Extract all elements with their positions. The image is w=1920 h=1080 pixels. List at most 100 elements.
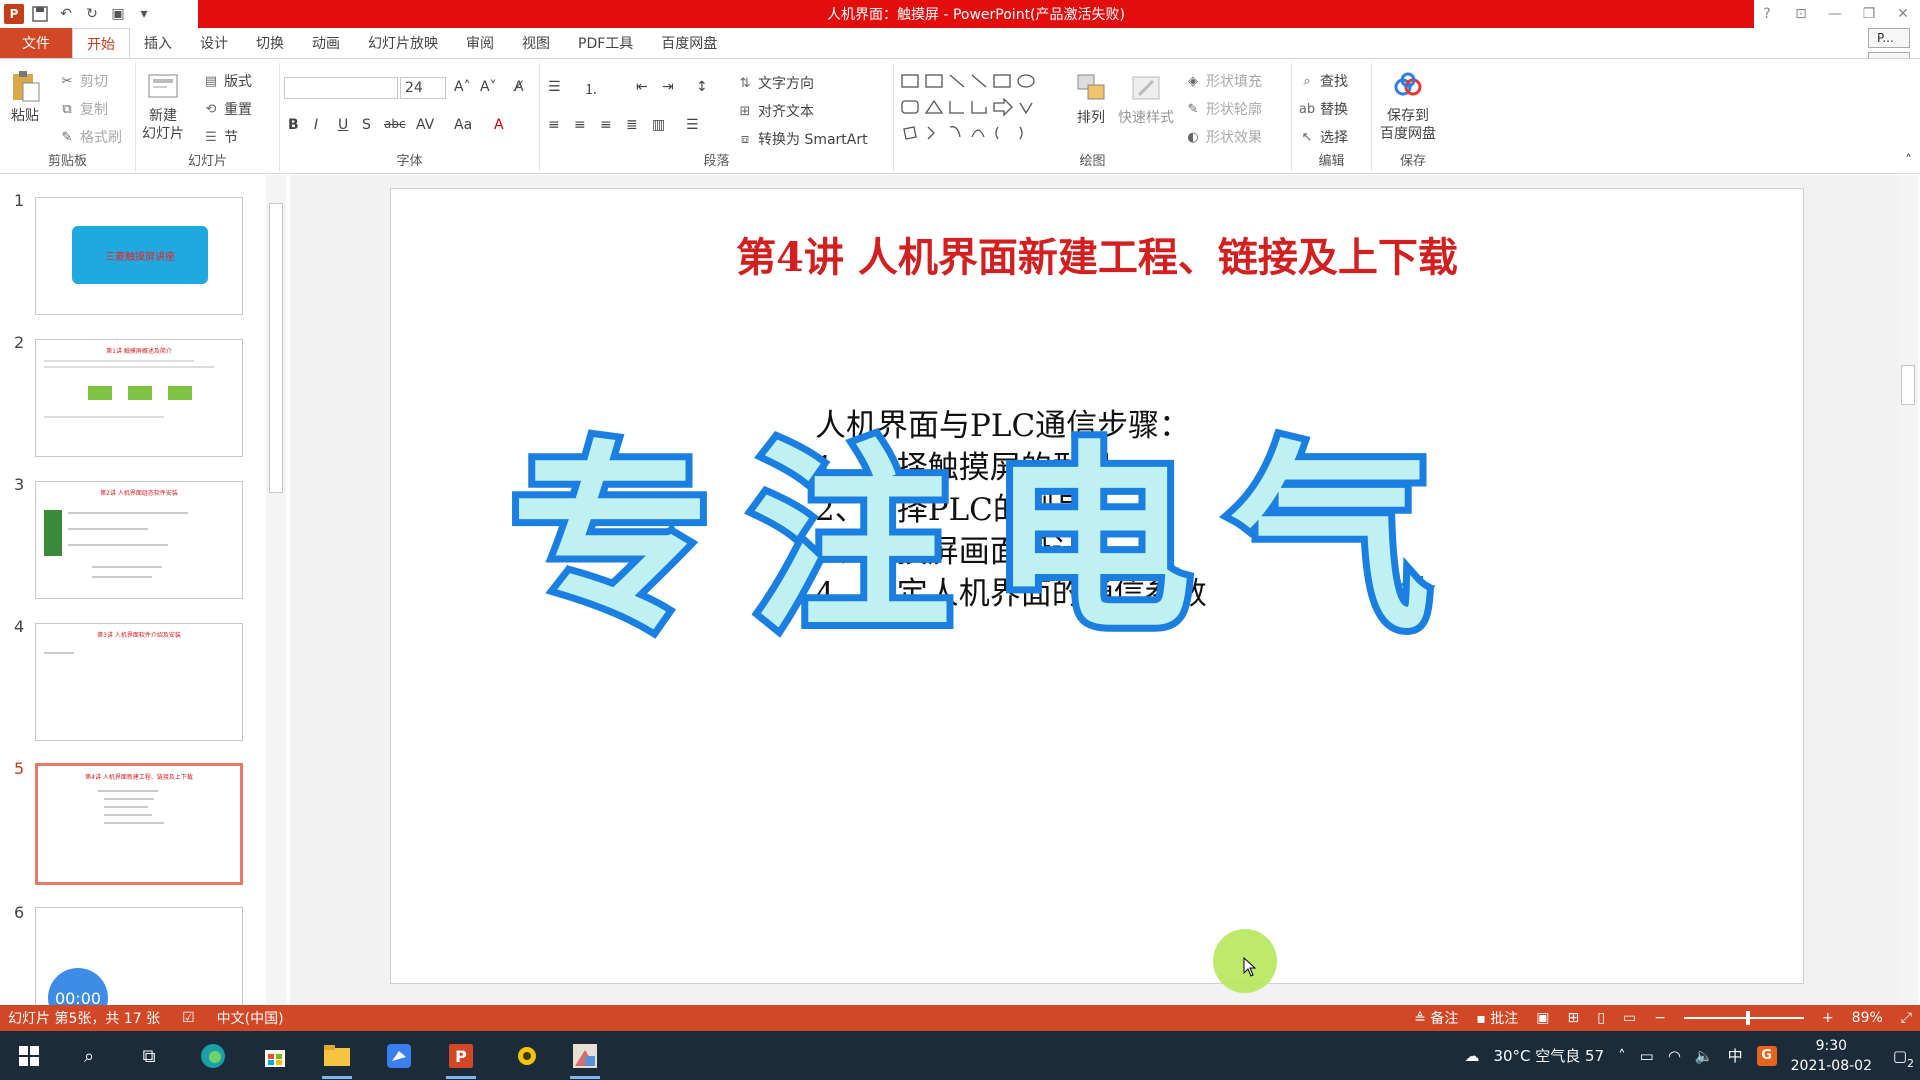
customize-qat-icon[interactable]: ▾ xyxy=(134,4,154,24)
copy-button[interactable]: ⧉ 复制 xyxy=(58,99,108,119)
font-family-select[interactable] xyxy=(284,77,398,99)
slide-scroll-thumb[interactable] xyxy=(1901,365,1915,405)
zoom-level[interactable]: 89% xyxy=(1852,1010,1883,1026)
tab-pdf-tools[interactable]: PDF工具 xyxy=(564,28,647,58)
clock[interactable]: 9:30 2021-08-02 xyxy=(1791,1036,1872,1076)
undo-icon[interactable]: ↶ xyxy=(56,4,76,24)
start-from-beginning-icon[interactable]: ▣ xyxy=(108,4,128,24)
quick-styles-button[interactable]: 快速样式 xyxy=(1118,71,1174,127)
select-button[interactable]: ↖ 选择 xyxy=(1298,127,1348,147)
decrease-font-icon[interactable]: A˅ xyxy=(480,79,497,95)
justify-icon[interactable]: ≣ xyxy=(626,117,638,133)
notification-center-icon[interactable]: ▢ 2 xyxy=(1886,1042,1914,1070)
help-icon[interactable]: ? xyxy=(1750,0,1784,28)
section-button[interactable]: ☰ 节 xyxy=(202,127,238,147)
decrease-indent-icon[interactable]: ⇤ xyxy=(636,79,648,95)
restore-icon[interactable]: ❐ xyxy=(1852,0,1886,28)
tray-expand-icon[interactable]: ˄ xyxy=(1618,1047,1626,1065)
underline-button[interactable]: U xyxy=(338,117,348,133)
increase-font-icon[interactable]: A˄ xyxy=(454,79,471,95)
comments-button[interactable]: ▪ 批注 xyxy=(1476,1008,1518,1028)
fit-to-window-icon[interactable]: ⤢ xyxy=(1901,1010,1912,1026)
cut-button[interactable]: ✂ 剪切 xyxy=(58,71,108,91)
text-direction-button[interactable]: ⇅ 文字方向 xyxy=(736,73,814,93)
minimize-icon[interactable]: — xyxy=(1818,0,1852,28)
feishu-icon[interactable] xyxy=(382,1039,416,1073)
zoom-slider[interactable] xyxy=(1683,1011,1804,1025)
slide-thumbnail-5[interactable]: 第4讲 人机界面新建工程、链接及上下载 xyxy=(35,763,243,885)
wifi-icon[interactable]: ◠ xyxy=(1668,1047,1681,1065)
language-indicator[interactable]: 中文(中国) xyxy=(217,1008,284,1028)
strikethrough-button[interactable]: abc xyxy=(384,117,406,131)
paragraph-spacing-icon[interactable]: ☰ xyxy=(686,117,699,133)
tab-baidu-netdisk[interactable]: 百度网盘 xyxy=(647,28,731,58)
file-explorer-icon[interactable] xyxy=(320,1039,354,1079)
align-text-button[interactable]: ⊞ 对齐文本 xyxy=(736,101,814,121)
zoom-out-icon[interactable]: − xyxy=(1654,1010,1666,1026)
tablet-icon[interactable]: ▭ xyxy=(1640,1047,1654,1065)
edge-browser-icon[interactable] xyxy=(196,1039,230,1073)
shape-outline-button[interactable]: ✎ 形状轮廓 xyxy=(1184,99,1262,119)
format-painter-button[interactable]: ✎ 格式刷 xyxy=(58,127,122,147)
replace-button[interactable]: ab 替换 xyxy=(1298,99,1348,119)
reset-button[interactable]: ⟲ 重置 xyxy=(202,99,252,119)
align-right-icon[interactable]: ≡ xyxy=(600,117,612,133)
save-to-baidu-button[interactable]: 保存到 百度网盘 xyxy=(1380,69,1436,143)
tab-file[interactable]: 文件 xyxy=(0,28,72,58)
ime-indicator[interactable]: 中 xyxy=(1728,1045,1743,1066)
numbering-icon[interactable]: ⒈ xyxy=(584,79,598,99)
tab-transitions[interactable]: 切换 xyxy=(242,28,298,58)
windows-start-icon[interactable] xyxy=(12,1039,46,1073)
store-icon[interactable] xyxy=(258,1039,292,1073)
shape-fill-button[interactable]: ◈ 形状填充 xyxy=(1184,71,1262,91)
slide-title[interactable]: 第4讲 人机界面新建工程、链接及上下载 xyxy=(391,225,1803,283)
bold-button[interactable]: B xyxy=(288,117,299,133)
tab-insert[interactable]: 插入 xyxy=(130,28,186,58)
slide-scrollbar[interactable] xyxy=(1898,175,1918,1005)
ribbon-display-icon[interactable]: ⊡ xyxy=(1784,0,1818,28)
slide-5[interactable]: 第4讲 人机界面新建工程、链接及上下载 人机界面与PLC通信步骤： 1、选择触摸… xyxy=(390,188,1804,993)
tab-animations[interactable]: 动画 xyxy=(298,28,354,58)
arrange-button[interactable]: 排列 xyxy=(1074,71,1108,127)
search-icon[interactable]: ⌕ xyxy=(72,1039,106,1073)
zoom-slider-thumb[interactable] xyxy=(1745,1011,1750,1025)
zoom-in-icon[interactable]: + xyxy=(1822,1010,1834,1026)
line-spacing-icon[interactable]: ↕ xyxy=(696,79,708,95)
columns-icon[interactable]: ▥ xyxy=(652,117,665,133)
notes-button[interactable]: ≜ 备注 xyxy=(1414,1008,1458,1028)
account-button[interactable]: P... xyxy=(1867,28,1910,48)
tab-home[interactable]: 开始 xyxy=(72,28,130,58)
normal-view-icon[interactable]: ▣ xyxy=(1536,1010,1549,1026)
thumbnails-scroll-thumb[interactable] xyxy=(269,203,283,493)
spellcheck-icon[interactable]: ☑ xyxy=(182,1010,195,1026)
volume-icon[interactable]: 🔈 xyxy=(1695,1047,1714,1065)
thumbnails-scrollbar[interactable] xyxy=(266,175,286,1005)
smartart-button[interactable]: ⧈ 转换为 SmartArt xyxy=(736,129,868,149)
reading-view-icon[interactable]: ▯ xyxy=(1597,1010,1605,1026)
find-button[interactable]: ⌕ 查找 xyxy=(1298,71,1348,91)
app-flower-icon[interactable] xyxy=(510,1039,544,1073)
layout-button[interactable]: ▤ 版式 xyxy=(202,71,252,91)
tab-view[interactable]: 视图 xyxy=(508,28,564,58)
tab-design[interactable]: 设计 xyxy=(186,28,242,58)
shadow-button[interactable]: S xyxy=(362,117,371,133)
font-size-select[interactable]: 24 xyxy=(400,77,446,99)
clear-format-icon[interactable]: A̸ xyxy=(514,79,524,95)
align-left-icon[interactable]: ≡ xyxy=(548,117,560,133)
sogou-ime-icon[interactable]: G xyxy=(1756,1045,1777,1066)
slide-thumbnail-3[interactable]: 第2讲 人机界面组态软件安装 xyxy=(35,481,243,599)
slide-thumbnail-4[interactable]: 第3讲 人机界面软件介绍及安装 xyxy=(35,623,243,741)
increase-indent-icon[interactable]: ⇥ xyxy=(662,79,674,95)
change-case-button[interactable]: Aa xyxy=(454,117,472,133)
redo-icon[interactable]: ↻ xyxy=(82,4,102,24)
save-icon[interactable] xyxy=(30,4,50,24)
shape-effects-button[interactable]: ◐ 形状效果 xyxy=(1184,127,1262,147)
recorder-app-icon[interactable] xyxy=(568,1039,602,1079)
tab-review[interactable]: 审阅 xyxy=(452,28,508,58)
align-center-icon[interactable]: ≡ xyxy=(574,117,586,133)
paste-button[interactable]: 粘贴 xyxy=(8,69,42,125)
slide-thumbnail-1[interactable]: 三菱触摸屏讲座 xyxy=(35,197,243,315)
slide-sorter-icon[interactable]: ⊞ xyxy=(1568,1010,1580,1026)
slide-thumbnail-2[interactable]: 第1讲 触摸屏概述及简介 xyxy=(35,339,243,457)
task-view-icon[interactable]: ⧉ xyxy=(132,1039,166,1073)
